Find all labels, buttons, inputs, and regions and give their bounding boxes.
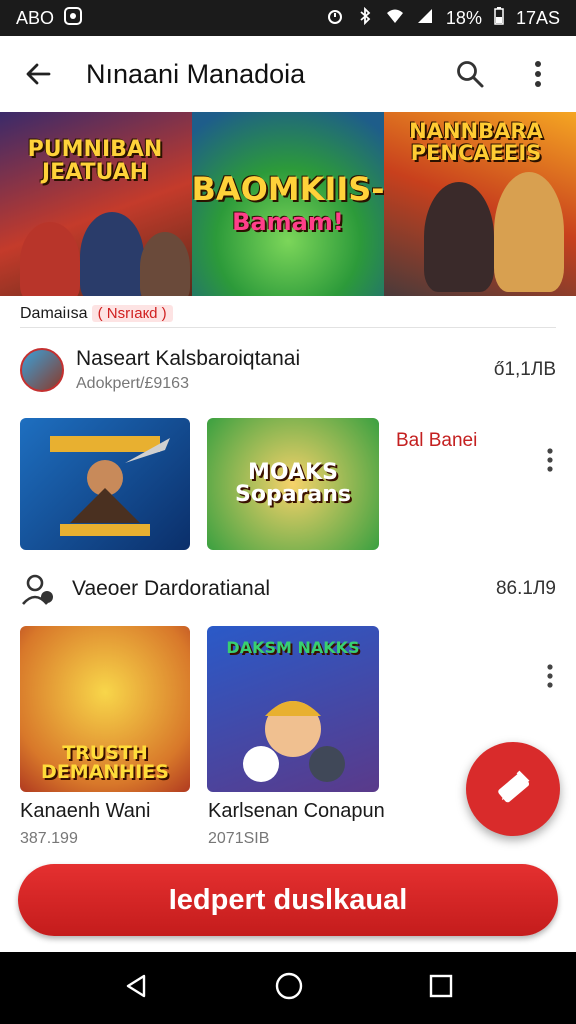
- primary-action-button[interactable]: Iedpert duslkaual: [18, 864, 558, 936]
- thumbnail-title: TRUSTH DEMANHIES: [41, 742, 169, 783]
- side-label[interactable]: Bal Banei: [396, 430, 477, 452]
- nav-back-icon[interactable]: [122, 972, 150, 1005]
- thumbnail-subcaption: 387.199: [20, 830, 78, 847]
- banner-panel-2[interactable]: BAOMKIIS- Bamam!: [192, 112, 384, 296]
- floating-action-button[interactable]: [466, 742, 560, 836]
- more-vert-icon[interactable]: [538, 656, 562, 696]
- banner-title-3: NANNBARA PENCAEEIS: [409, 119, 543, 166]
- thumbnail-caption: Kanaenh Wani: [20, 800, 151, 822]
- system-nav-bar: [0, 952, 576, 1024]
- battery-percent: 18%: [445, 7, 482, 28]
- status-bar: ABO 18% 17AS: [0, 0, 576, 36]
- section-header: Damaiısa ( Nsrıaкd ): [20, 304, 556, 328]
- channel-count: ő1,1ЛВ: [493, 359, 556, 380]
- channel-title: Naseart Kalsbaroiqtanai: [76, 347, 301, 370]
- game-thumbnail[interactable]: [20, 418, 190, 550]
- wifi-icon: [386, 7, 404, 30]
- bluetooth-icon: [356, 6, 374, 30]
- channel-subtitle: Adokpert/£9163: [76, 375, 189, 392]
- page-title: Nınaani Manadoia: [86, 58, 306, 89]
- notification-icon: [64, 6, 83, 30]
- channel-row-2[interactable]: Vaeoer Dardoratianal 86.1Л9: [20, 568, 556, 610]
- banner-title-1: PUMNIBAN JEATUAH: [27, 137, 163, 186]
- section-tag: ( Nsrıaкd ): [91, 305, 173, 322]
- edit-icon: [488, 762, 538, 817]
- game-thumbnail[interactable]: DAKSM NAKKS: [207, 626, 379, 792]
- banner-panel-1[interactable]: PUMNIBAN JEATUAH: [0, 112, 192, 296]
- signal-icon: [416, 7, 434, 30]
- character-figure: [80, 212, 144, 296]
- warrior-illustration: [50, 436, 170, 536]
- channel-row-1[interactable]: Naseart Kalsbaroiqtanai Adokpert/£9163 ő…: [20, 344, 556, 396]
- thumbnail-caption: Karlsenan Conapun: [208, 800, 385, 822]
- channel-count: 86.1Л9: [495, 578, 556, 599]
- game-thumbnail[interactable]: MOAKS Soparans: [207, 418, 379, 550]
- nav-home-icon[interactable]: [274, 971, 304, 1006]
- banner-subtitle-2: Bamam!: [232, 208, 344, 237]
- game-thumbnail[interactable]: TRUSTH DEMANHIES: [20, 626, 190, 792]
- banner-title-2-main: BAOMKIIS-: [192, 169, 384, 208]
- arrow-left-icon[interactable]: [18, 54, 58, 94]
- avatar[interactable]: [20, 348, 64, 392]
- thumbnail-title: MOAKS Soparans: [234, 460, 351, 507]
- battery-icon: [494, 6, 504, 30]
- user-group-icon: [20, 571, 56, 607]
- alarm-icon: [326, 7, 344, 30]
- status-time: 17AS: [515, 7, 560, 28]
- app-bar: Nınaani Manadoia: [0, 36, 576, 112]
- channel-title: Vaeoer Dardoratianal: [72, 577, 271, 600]
- thumbnail-title: DAKSM NAKKS: [226, 638, 360, 657]
- character-figure: [20, 222, 80, 296]
- search-icon[interactable]: [450, 54, 490, 94]
- thumbnail-subcaption: 2071SIB: [208, 830, 270, 847]
- status-left-text: ABO: [16, 7, 55, 28]
- character-figure: [494, 172, 564, 292]
- character-figure: [424, 182, 494, 292]
- character-illustration: [243, 701, 345, 782]
- banner-title-2: BAOMKIIS- Bamam!: [192, 169, 384, 237]
- more-vert-icon[interactable]: [518, 54, 558, 94]
- more-vert-icon[interactable]: [538, 440, 562, 480]
- section-label: Damaiısa: [20, 304, 88, 322]
- hero-banner[interactable]: PUMNIBAN JEATUAH BAOMKIIS- Bamam! NANNBA…: [0, 112, 576, 296]
- character-figure: [140, 232, 190, 296]
- banner-panel-3[interactable]: NANNBARA PENCAEEIS: [384, 112, 576, 296]
- nav-recents-icon[interactable]: [428, 973, 454, 1004]
